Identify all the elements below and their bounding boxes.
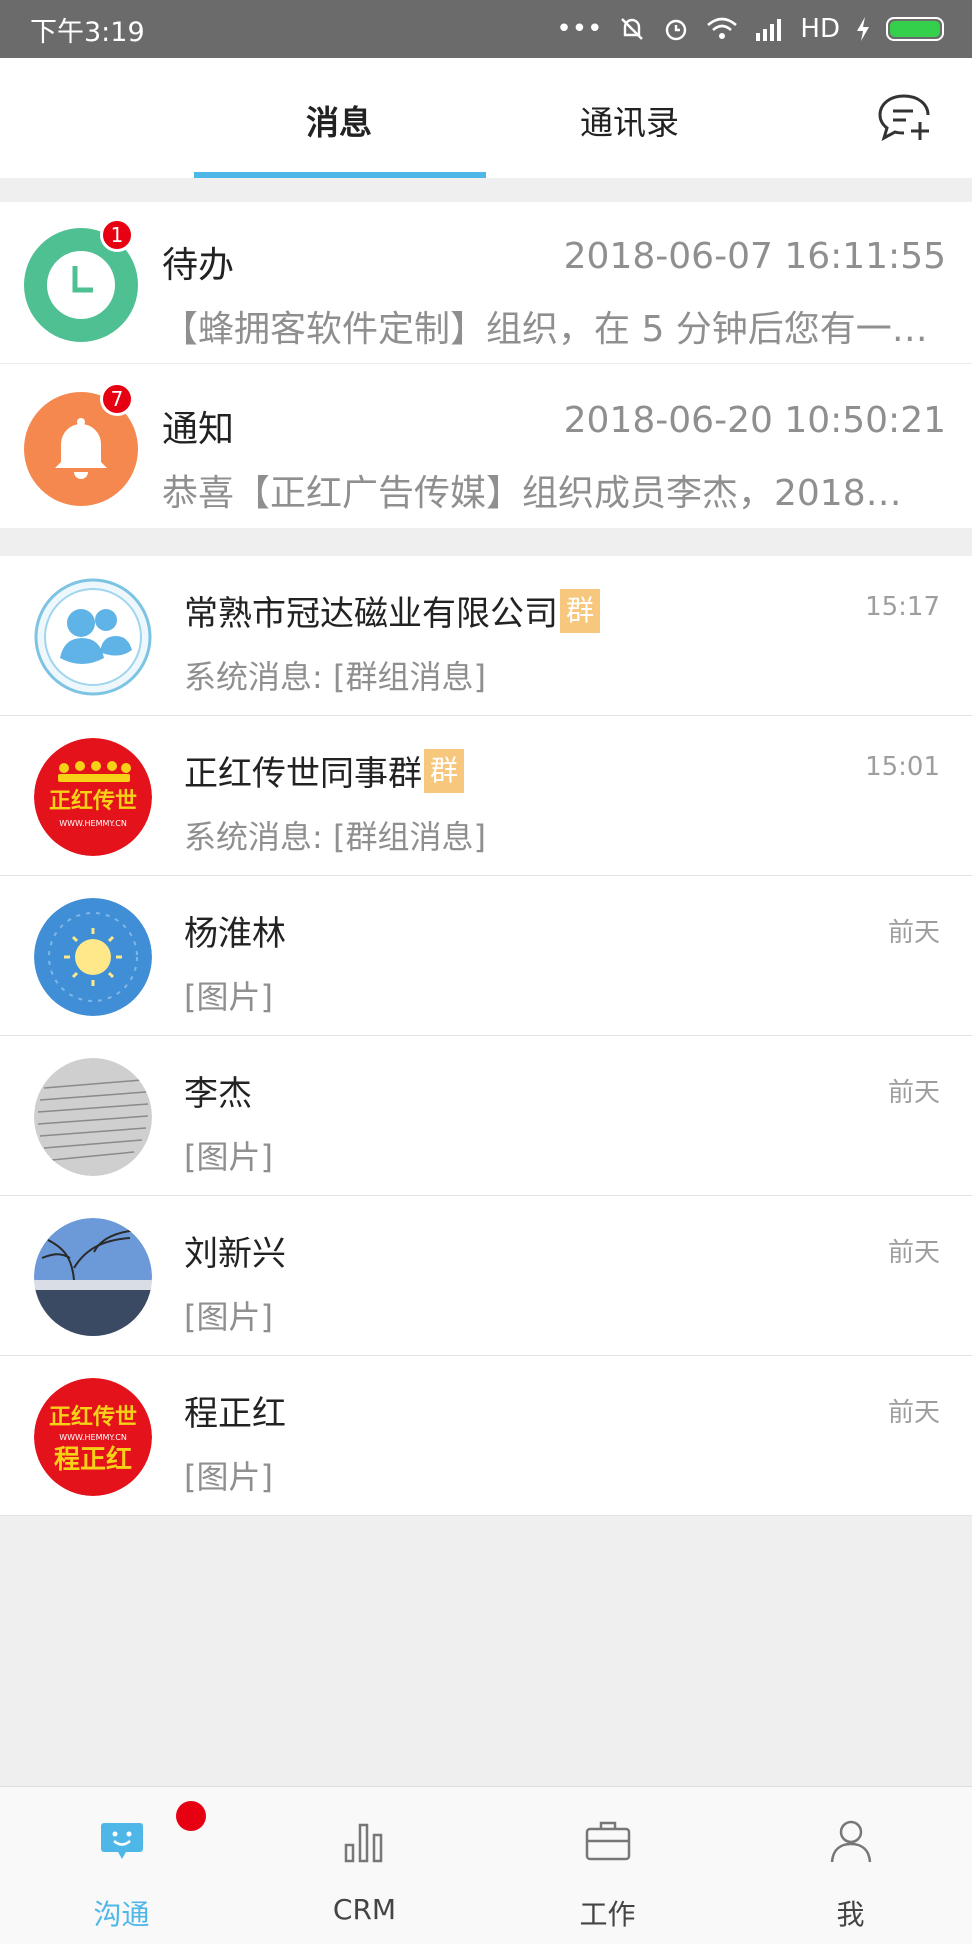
- svg-text:WWW.HEMMY.CN: WWW.HEMMY.CN: [59, 819, 127, 828]
- notice-badge: 7: [100, 382, 134, 416]
- person-icon: [830, 1820, 871, 1863]
- nav-item-chat[interactable]: 沟通: [0, 1787, 243, 1944]
- battery-icon: [886, 17, 944, 41]
- bottom-nav: 沟通 CRM 工作 我: [0, 1786, 972, 1944]
- conversation-list: 常熟市冠达磁业有限公司 群 系统消息: [群组消息] 15:17 正红传世 WW…: [0, 556, 972, 1516]
- company-logo-icon: 正红传世 WWW.HEMMY.CN: [34, 738, 152, 856]
- notice-item[interactable]: 7 通知 2018-06-20 10:50:21 恭喜【正红广告传媒】组织成员李…: [0, 366, 972, 528]
- status-icons: ••• HD: [556, 14, 944, 44]
- wifi-icon: [707, 17, 738, 39]
- nav-label-me: 我: [836, 1898, 865, 1931]
- group-tag: 群: [424, 748, 465, 793]
- conversation-item[interactable]: 正红传世 WWW.HEMMY.CN 程正红 程正红 [图片] 前天: [0, 1356, 972, 1516]
- user-avatar: [34, 898, 152, 1016]
- notice-preview: 恭喜【正红广告传媒】组织成员李杰，2018年06月20日: [162, 473, 932, 514]
- conversation-name: 正红传世同事群: [184, 754, 422, 794]
- todo-item[interactable]: 1 待办 2018-06-07 16:11:55 【蜂拥客软件定制】组织，在 5…: [0, 202, 972, 364]
- conversation-time: 15:01: [865, 752, 940, 782]
- unread-dot: [176, 1801, 206, 1831]
- chat-icon: [100, 1823, 143, 1859]
- network-type: HD: [800, 14, 840, 44]
- more-dots-icon: •••: [556, 14, 603, 44]
- nav-item-me[interactable]: 我: [729, 1787, 972, 1944]
- conversation-preview: [图片]: [184, 1458, 273, 1496]
- tab-indicator: [194, 172, 486, 178]
- user-avatar: [34, 1058, 152, 1176]
- signal-icon: [756, 19, 782, 41]
- tab-contacts[interactable]: 通讯录: [580, 96, 679, 144]
- group-avatar: 正红传世 WWW.HEMMY.CN: [34, 738, 152, 856]
- group-people-icon: [34, 578, 152, 696]
- conversation-item[interactable]: 刘新兴 [图片] 前天: [0, 1196, 972, 1356]
- nav-label-chat: 沟通: [93, 1898, 150, 1931]
- landscape-avatar-icon: [34, 1218, 152, 1336]
- user-avatar: 正红传世 WWW.HEMMY.CN 程正红: [34, 1378, 152, 1496]
- system-messages: 1 待办 2018-06-07 16:11:55 【蜂拥客软件定制】组织，在 5…: [0, 202, 972, 528]
- svg-text:WWW.HEMMY.CN: WWW.HEMMY.CN: [59, 1433, 127, 1442]
- nav-item-crm[interactable]: CRM: [243, 1787, 486, 1944]
- svg-text:正红传世: 正红传世: [49, 788, 137, 814]
- conversation-item[interactable]: 正红传世 WWW.HEMMY.CN 正红传世同事群 群 系统消息: [群组消息]…: [0, 716, 972, 876]
- user-avatar: [34, 1218, 152, 1336]
- conversation-item[interactable]: 常熟市冠达磁业有限公司 群 系统消息: [群组消息] 15:17: [0, 556, 972, 716]
- conversation-preview: 系统消息: [群组消息]: [184, 818, 486, 856]
- bar-chart-icon: [344, 1823, 382, 1863]
- conversation-preview: [图片]: [184, 978, 273, 1016]
- svg-text:程正红: 程正红: [54, 1444, 132, 1475]
- notice-title: 通知: [162, 409, 235, 450]
- conversation-time: 前天: [887, 1238, 940, 1268]
- todo-time: 2018-06-07 16:11:55: [563, 236, 946, 277]
- mute-bell-icon: [621, 18, 644, 40]
- conversation-time: 前天: [887, 1078, 940, 1108]
- group-tag: 群: [560, 588, 601, 633]
- conversation-preview: 系统消息: [群组消息]: [184, 658, 486, 696]
- status-time: 下午3:19: [30, 16, 145, 48]
- conversation-name: 李杰: [184, 1074, 252, 1114]
- todo-title: 待办: [162, 245, 235, 286]
- conversation-name: 常熟市冠达磁业有限公司: [184, 594, 558, 634]
- status-bar: 下午3:19 ••• HD: [0, 0, 972, 58]
- todo-badge: 1: [100, 218, 134, 252]
- nav-item-work[interactable]: 工作: [486, 1787, 729, 1944]
- briefcase-icon: [585, 1821, 630, 1861]
- nav-label-crm: CRM: [332, 1893, 397, 1926]
- conversation-preview: [图片]: [184, 1298, 273, 1336]
- conversation-time: 15:17: [865, 592, 940, 622]
- tab-messages[interactable]: 消息: [306, 96, 372, 144]
- conversation-name: 刘新兴: [184, 1234, 286, 1274]
- company-logo-icon: 正红传世 WWW.HEMMY.CN 程正红: [34, 1378, 152, 1496]
- top-header: 消息 通讯录: [0, 58, 972, 178]
- todo-preview: 【蜂拥客软件定制】组织，在 5 分钟后您有一个待办事项: [162, 309, 932, 350]
- conversation-time: 前天: [887, 1398, 940, 1428]
- group-avatar: [34, 578, 152, 696]
- conversation-name: 程正红: [184, 1394, 286, 1434]
- notice-time: 2018-06-20 10:50:21: [563, 400, 946, 441]
- conversation-name: 杨淮林: [184, 914, 286, 954]
- conversation-item[interactable]: 李杰 [图片] 前天: [0, 1036, 972, 1196]
- alarm-icon: [666, 19, 687, 41]
- conversation-preview: [图片]: [184, 1138, 273, 1176]
- nav-label-work: 工作: [579, 1898, 636, 1931]
- conversation-time: 前天: [887, 918, 940, 948]
- svg-text:正红传世: 正红传世: [49, 1404, 137, 1430]
- charging-icon: [857, 17, 869, 41]
- conversation-item[interactable]: 杨淮林 [图片] 前天: [0, 876, 972, 1036]
- handwriting-avatar-icon: [34, 1058, 152, 1176]
- sun-avatar-icon: [34, 898, 152, 1016]
- new-chat-icon[interactable]: [876, 92, 932, 144]
